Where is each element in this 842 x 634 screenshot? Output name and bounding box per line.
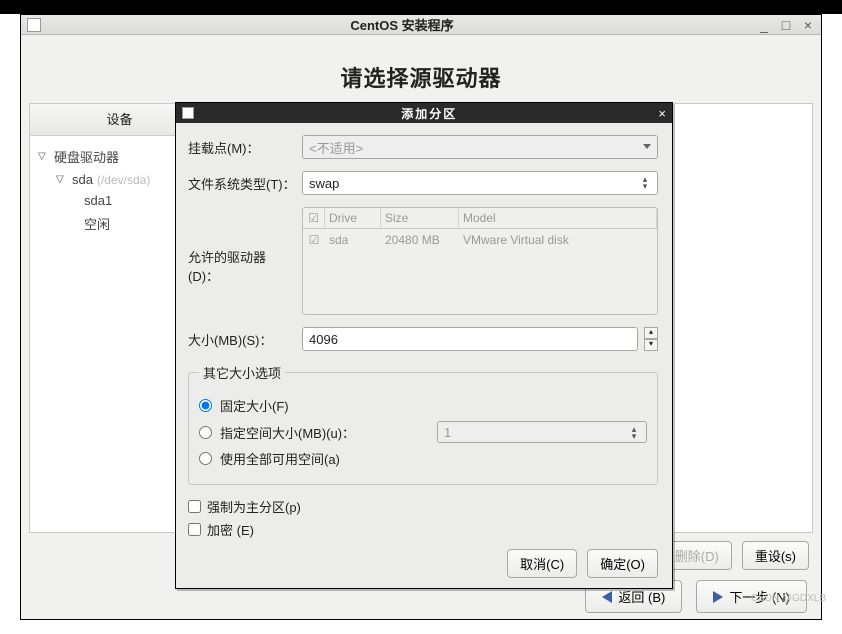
chevron-down-icon: ▽ [38,151,50,162]
opt-fixed-radio[interactable] [199,399,212,412]
tree-leaf-label: sda1 [84,193,112,208]
size-spinner[interactable]: ▴▾ [644,327,658,351]
opt-fixed-label: 固定大小(F) [220,396,289,415]
spinner-icon: ▴▾ [637,175,653,191]
opt-upto-value: 1 [444,425,451,440]
force-primary-label: 强制为主分区(p) [207,497,301,516]
opt-upto-radio[interactable] [199,426,212,439]
col-checkbox: ☑ [303,208,325,228]
watermark-text: CSDN @GDXLB [751,593,826,604]
back-button-label: 返回 (B) [618,587,665,606]
window-minimize-icon[interactable]: _ [757,17,771,33]
allowed-drives-label: 允许的驱动器(D)： [188,207,296,285]
size-options-group: 其它大小选项 固定大小(F) 指定空间大小(MB)(u)： 1 ▴▾ 使用全部可… [188,363,658,485]
window-titlebar: CentOS 安装程序 _ □ × [21,15,821,35]
opt-fill-radio[interactable] [199,452,212,465]
encrypt-checkbox[interactable] [188,523,201,536]
size-value: 4096 [309,332,338,347]
col-drive: Drive [325,208,381,228]
drive-model: VMware Virtual disk [459,229,657,251]
fstype-value: swap [309,176,339,191]
encrypt-label: 加密 (E) [207,520,254,539]
mount-point-label: 挂载点(M)： [188,138,296,157]
tree-node-hint: (/dev/sda) [97,173,150,187]
mount-point-value: <不适用> [309,138,363,157]
allowed-drives-table[interactable]: ☑ Drive Size Model ☑ sda 20480 MB VMware… [302,207,658,315]
chevron-down-icon [643,144,651,149]
page-heading: 请选择源驱动器 [29,61,813,93]
tree-node-label: sda [72,172,93,187]
opt-upto-input[interactable]: 1 ▴▾ [437,421,647,443]
ok-button[interactable]: 确定(O) [587,549,658,578]
size-label: 大小(MB)(S)： [188,330,296,349]
dialog-close-icon[interactable]: × [658,106,666,121]
drive-size: 20480 MB [381,229,459,251]
add-partition-dialog: 添加分区 × 挂载点(M)： <不适用> 文件系统类型(T)： swap ▴▾ … [175,102,673,589]
fstype-combo[interactable]: swap ▴▾ [302,171,658,195]
drive-row[interactable]: ☑ sda 20480 MB VMware Virtual disk [303,229,657,251]
drive-checkbox[interactable]: ☑ [303,229,325,251]
cancel-button[interactable]: 取消(C) [507,549,577,578]
drive-name: sda [325,229,381,251]
dialog-icon [182,107,194,119]
window-maximize-icon[interactable]: □ [779,17,793,33]
dialog-titlebar: 添加分区 × [176,103,672,123]
window-title: CentOS 安装程序 [47,15,757,34]
reset-button[interactable]: 重设(s) [742,541,809,570]
window-icon [27,18,41,32]
spinner-icon: ▴▾ [626,425,642,441]
opt-fill-label: 使用全部可用空间(a) [220,449,340,468]
opt-upto-label: 指定空间大小(MB)(u)： [220,423,355,442]
tree-root-label: 硬盘驱动器 [54,147,119,166]
col-model: Model [459,208,657,228]
fstype-label: 文件系统类型(T)： [188,174,296,193]
arrow-right-icon [713,591,723,603]
size-options-legend: 其它大小选项 [199,363,285,382]
window-close-icon[interactable]: × [801,17,815,33]
chevron-down-icon: ▽ [56,174,68,185]
mount-point-combo[interactable]: <不适用> [302,135,658,159]
force-primary-checkbox[interactable] [188,500,201,513]
col-size: Size [381,208,459,228]
dialog-title: 添加分区 [200,105,658,122]
arrow-left-icon [602,591,612,603]
size-input[interactable]: 4096 [302,327,638,351]
tree-leaf-label: 空闲 [84,214,110,233]
